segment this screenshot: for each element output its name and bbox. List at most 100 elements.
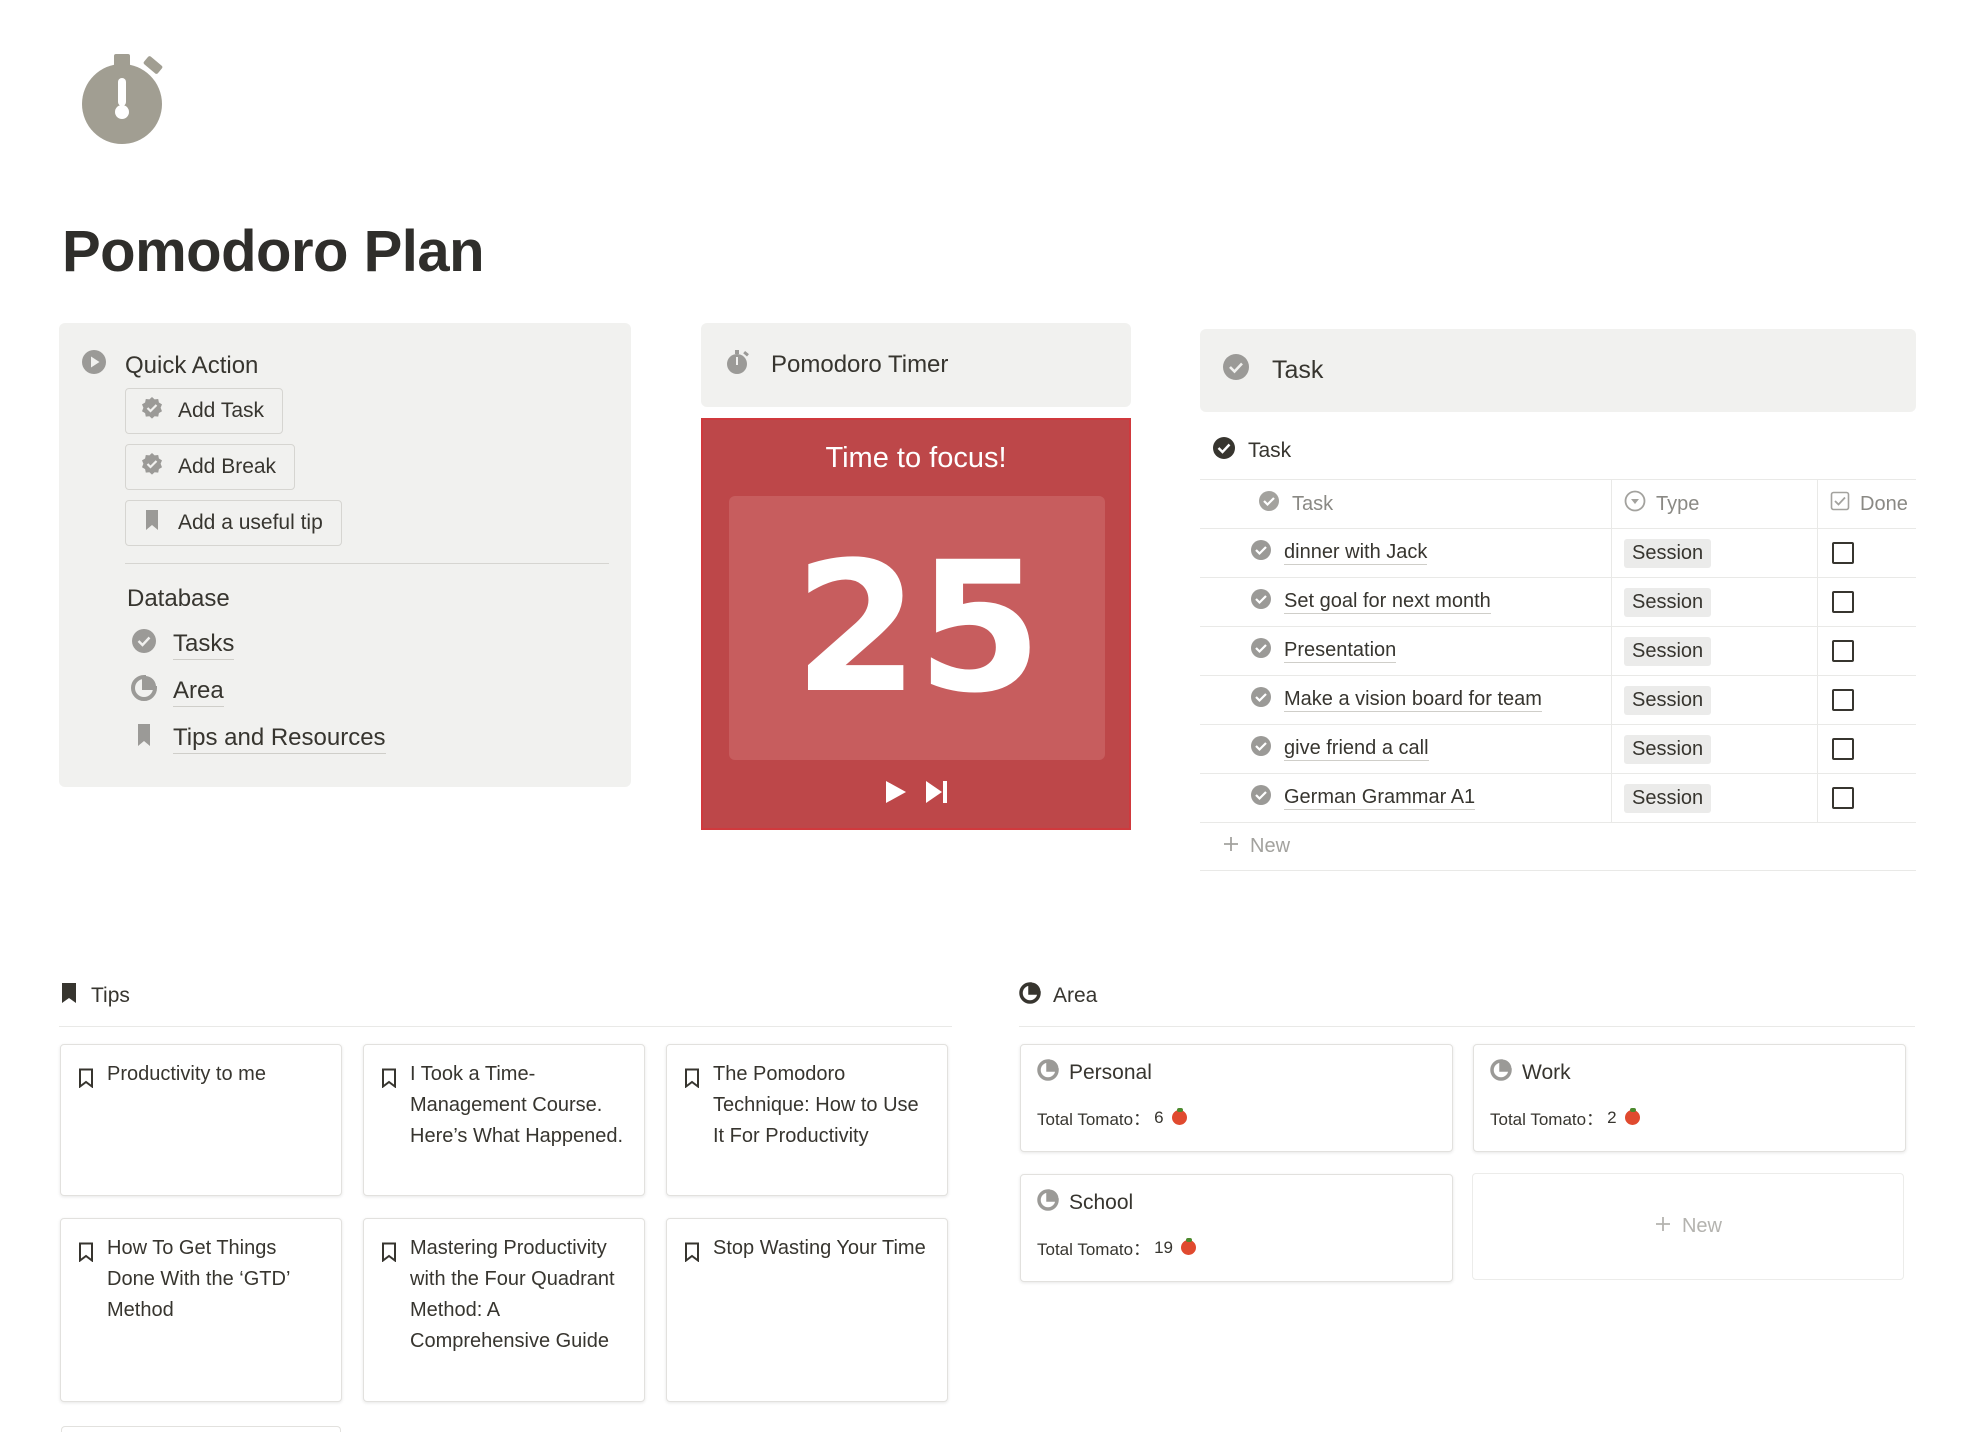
tip-card-title: How To Get Things Done With the ‘GTD’ Me… [107,1237,290,1321]
task-title: Task [1272,356,1324,384]
tip-card[interactable]: Mastering Productivity with the Four Qua… [363,1218,645,1402]
type-tag: Session [1624,538,1712,568]
task-view-title[interactable]: Task [1212,436,1291,466]
task-name[interactable]: Set goal for next month [1284,590,1491,614]
pie-chart-icon [1037,1189,1059,1217]
total-tomato-value: 2 [1607,1107,1617,1127]
new-area-button[interactable]: New [1472,1173,1904,1280]
check-circle-icon [1258,490,1280,518]
check-circle-icon [131,628,157,661]
table-row[interactable]: Set goal for next month Session [1200,577,1916,626]
column-header-task-label: Task [1292,492,1334,515]
done-checkbox[interactable] [1832,787,1854,809]
done-checkbox[interactable] [1832,689,1854,711]
check-circle-icon [1222,353,1250,388]
task-name[interactable]: give friend a call [1284,737,1429,761]
play-icon[interactable] [881,778,909,811]
area-card-work[interactable]: Work Total Tomato： 2 [1473,1044,1906,1152]
table-header-row: Task Type Done [1200,479,1916,528]
check-circle-icon [1250,735,1272,763]
check-circle-icon [1212,436,1236,466]
task-view-label: Task [1248,439,1292,462]
task-table: Task Type Done dinner with Jack Session … [1200,479,1916,871]
column-header-done-label: Done [1860,492,1908,515]
bookmark-outline-icon [77,1067,95,1195]
tip-card[interactable]: The Pomodoro Technique: How to Use It Fo… [666,1044,948,1196]
bookmark-outline-icon [380,1067,398,1195]
badge-check-icon [140,452,164,482]
timer-display: 25 [729,496,1105,760]
task-name[interactable]: dinner with Jack [1284,541,1428,565]
done-checkbox[interactable] [1832,542,1854,564]
quick-action-title: Quick Action [125,351,259,379]
new-row-button[interactable]: New [1200,822,1916,871]
add-break-button[interactable]: Add Break [125,444,296,490]
area-section-header[interactable]: Area [1019,982,1915,1027]
timer-label: Time to focus! [825,442,1007,474]
total-tomato-label: Total Tomato： [1037,1240,1151,1259]
database-heading: Database [127,585,230,612]
table-row[interactable]: dinner with Jack Session [1200,528,1916,577]
column-header-done[interactable]: Done [1818,480,1916,528]
plus-icon [1222,835,1240,859]
skip-forward-icon[interactable] [923,778,951,811]
done-checkbox[interactable] [1832,591,1854,613]
area-card-personal[interactable]: Personal Total Tomato： 6 [1020,1044,1453,1152]
tips-section-header[interactable]: Tips [59,982,952,1027]
pie-chart-icon [131,674,158,708]
tip-card-title: Productivity to me [107,1063,266,1085]
total-tomato-value: 6 [1154,1107,1164,1127]
table-row[interactable]: give friend a call Session [1200,724,1916,773]
link-area[interactable]: Area [131,674,224,708]
done-checkbox[interactable] [1832,640,1854,662]
tip-card[interactable]: I Took a Time-Management Course. Here’s … [363,1044,645,1196]
table-row[interactable]: Make a vision board for team Session [1200,675,1916,724]
table-row[interactable]: Presentation Session [1200,626,1916,675]
type-tag: Session [1624,685,1712,715]
checkbox-icon [1830,491,1850,517]
add-tip-button[interactable]: Add a useful tip [125,500,342,546]
bookmark-outline-icon [380,1241,398,1401]
task-name[interactable]: German Grammar A1 [1284,786,1476,810]
total-tomato-label: Total Tomato： [1037,1110,1151,1129]
tip-card-title: Stop Wasting Your Time [713,1237,926,1259]
column-header-type[interactable]: Type [1612,480,1818,528]
tip-card[interactable]: How To Get Things Done With the ‘GTD’ Me… [60,1218,342,1402]
tip-card[interactable]: Stop Wasting Your Time [666,1218,948,1402]
task-name[interactable]: Presentation [1284,639,1397,663]
type-tag: Session [1624,783,1712,813]
badge-check-icon [140,396,164,426]
bookmark-outline-icon [683,1241,701,1401]
bookmark-icon [59,982,79,1010]
new-row-label: New [1250,835,1291,857]
link-tasks[interactable]: Tasks [131,628,235,661]
divider [125,563,609,564]
add-task-button[interactable]: Add Task [125,388,283,434]
bookmark-outline-icon [77,1241,95,1401]
pomodoro-timer-header[interactable]: Pomodoro Timer [701,323,1131,407]
new-area-label: New [1681,1215,1722,1237]
select-icon [1624,490,1646,518]
area-title: Area [1053,984,1098,1007]
tip-card-partial[interactable] [61,1426,341,1432]
check-circle-icon [1250,588,1272,616]
area-card-school[interactable]: School Total Tomato： 19 [1020,1174,1453,1282]
tomato-icon [1171,1108,1187,1125]
pomodoro-timer-widget: Time to focus! 25 [701,418,1131,830]
task-header[interactable]: Task [1200,329,1916,412]
tip-card-title: The Pomodoro Technique: How to Use It Fo… [713,1063,919,1147]
done-checkbox[interactable] [1832,738,1854,760]
type-tag: Session [1624,587,1712,617]
timer-value: 25 [793,523,1042,733]
check-circle-icon [1250,686,1272,714]
link-tips[interactable]: Tips and Resources [131,722,386,755]
table-row[interactable]: German Grammar A1 Session [1200,773,1916,822]
area-card-title: School [1069,1191,1134,1214]
check-circle-icon [1250,637,1272,665]
link-tips-label: Tips and Resources [173,724,386,754]
column-header-task[interactable]: Task [1200,480,1612,528]
task-name[interactable]: Make a vision board for team [1284,688,1542,712]
add-tip-label: Add a useful tip [178,511,323,534]
quick-action-header[interactable]: Quick Action [81,349,258,382]
tip-card[interactable]: Productivity to me [60,1044,342,1196]
